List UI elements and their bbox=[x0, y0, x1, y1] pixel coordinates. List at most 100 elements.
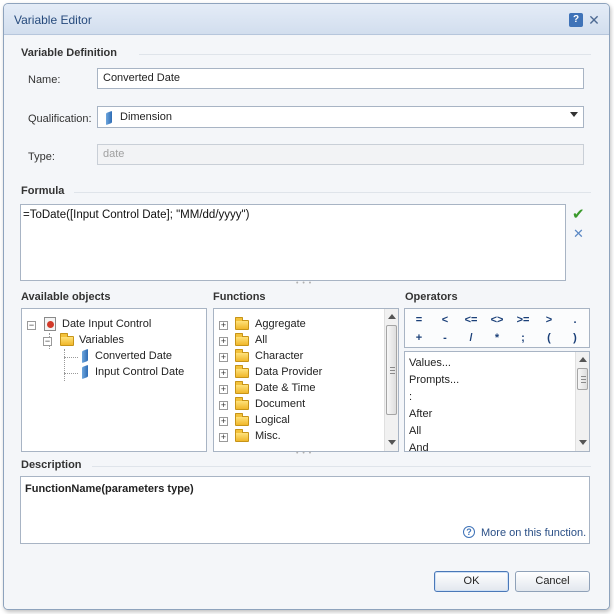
section-divider bbox=[139, 54, 591, 55]
resize-grip[interactable]: • • • bbox=[296, 450, 316, 457]
functions-tree: + Aggregate + All + Character + Data Pro… bbox=[213, 308, 399, 452]
window-title: Variable Editor bbox=[14, 13, 92, 27]
folder-icon bbox=[235, 365, 249, 378]
available-objects-tree: − Date Input Control − Variables Convert… bbox=[21, 308, 207, 452]
functions-scrollbar[interactable] bbox=[384, 309, 398, 451]
name-field[interactable]: Converted Date bbox=[97, 68, 584, 89]
operator-list-item[interactable]: Prompts... bbox=[409, 372, 459, 389]
functions-heading: Functions bbox=[213, 291, 266, 303]
folder-icon bbox=[235, 413, 249, 426]
ok-button[interactable]: OK bbox=[434, 571, 509, 592]
expand-icon[interactable]: + bbox=[219, 321, 228, 330]
tree-item-variables[interactable]: Variables bbox=[79, 332, 124, 348]
qualification-label: Qualification: bbox=[28, 113, 92, 125]
operator-list-item[interactable]: : bbox=[409, 389, 412, 406]
operators-heading: Operators bbox=[405, 291, 458, 303]
expand-icon[interactable]: + bbox=[219, 353, 228, 362]
editor-content: Variable Definition Name: Converted Date… bbox=[4, 36, 609, 609]
help-icon: ? bbox=[463, 526, 475, 538]
operators-scrollbar[interactable] bbox=[575, 352, 589, 451]
function-category[interactable]: Data Provider bbox=[255, 364, 322, 380]
operator-button[interactable]: <= bbox=[458, 312, 484, 328]
folder-icon bbox=[60, 333, 74, 346]
operator-list-item[interactable]: After bbox=[409, 406, 432, 423]
scroll-thumb[interactable] bbox=[577, 368, 588, 390]
operator-button[interactable]: ; bbox=[510, 330, 536, 346]
validate-check-icon[interactable]: ✔ bbox=[572, 205, 585, 223]
scroll-thumb[interactable] bbox=[386, 325, 397, 415]
operator-list-item[interactable]: All bbox=[409, 423, 421, 440]
resize-grip[interactable]: • • • bbox=[296, 280, 316, 287]
variable-editor-window: Variable Editor ? ✕ Variable Definition … bbox=[3, 3, 610, 610]
qualification-value: Dimension bbox=[120, 111, 172, 123]
expand-icon[interactable]: + bbox=[219, 401, 228, 410]
cancel-button[interactable]: Cancel bbox=[515, 571, 590, 592]
scroll-down-arrow-icon[interactable] bbox=[388, 440, 396, 445]
function-category[interactable]: All bbox=[255, 332, 267, 348]
name-label: Name: bbox=[28, 74, 61, 86]
scroll-up-arrow-icon[interactable] bbox=[388, 314, 396, 319]
operator-button[interactable]: + bbox=[406, 330, 432, 346]
tree-item-object[interactable]: Converted Date bbox=[95, 348, 172, 364]
expand-icon[interactable]: + bbox=[219, 369, 228, 378]
qualification-select[interactable]: Dimension bbox=[97, 106, 584, 128]
operators-palette: = < <= <> >= > . + - / * ; ( ) bbox=[404, 308, 590, 348]
expand-icon[interactable]: + bbox=[219, 417, 228, 426]
section-divider bbox=[92, 466, 591, 467]
function-category[interactable]: Document bbox=[255, 396, 305, 412]
collapse-icon[interactable]: − bbox=[27, 321, 36, 330]
scroll-down-arrow-icon[interactable] bbox=[579, 440, 587, 445]
tree-item-root[interactable]: Date Input Control bbox=[62, 316, 151, 332]
folder-icon bbox=[235, 349, 249, 362]
available-objects-heading: Available objects bbox=[21, 291, 111, 303]
operator-button[interactable]: . bbox=[562, 312, 588, 328]
tree-connector bbox=[64, 373, 78, 374]
operator-button[interactable]: - bbox=[432, 330, 458, 346]
operator-button[interactable]: >= bbox=[510, 312, 536, 328]
tree-item-object[interactable]: Input Control Date bbox=[95, 364, 184, 380]
function-category[interactable]: Logical bbox=[255, 412, 290, 428]
description-heading: Description bbox=[21, 459, 82, 471]
folder-icon bbox=[235, 381, 249, 394]
collapse-icon[interactable]: − bbox=[43, 337, 52, 346]
more-on-function-link[interactable]: More on this function. bbox=[481, 527, 586, 539]
formula-editor[interactable]: =ToDate([Input Control Date]; "MM/dd/yyy… bbox=[20, 204, 566, 281]
folder-icon bbox=[235, 397, 249, 410]
chevron-down-icon bbox=[570, 112, 578, 117]
expand-icon[interactable]: + bbox=[219, 337, 228, 346]
type-field: date bbox=[97, 144, 584, 165]
help-icon[interactable]: ? bbox=[569, 13, 583, 27]
dimension-icon bbox=[82, 348, 88, 364]
document-icon bbox=[44, 317, 56, 331]
operator-button[interactable]: * bbox=[484, 330, 510, 346]
folder-icon bbox=[235, 429, 249, 442]
operators-list: Values... Prompts... : After All And bbox=[404, 351, 590, 452]
function-category[interactable]: Aggregate bbox=[255, 316, 306, 332]
function-category[interactable]: Misc. bbox=[255, 428, 281, 444]
variable-definition-heading: Variable Definition bbox=[21, 47, 117, 59]
operator-button[interactable]: < bbox=[432, 312, 458, 328]
operator-list-item[interactable]: Values... bbox=[409, 355, 451, 372]
operator-button[interactable]: = bbox=[406, 312, 432, 328]
function-category[interactable]: Character bbox=[255, 348, 303, 364]
function-category[interactable]: Date & Time bbox=[255, 380, 316, 396]
folder-icon bbox=[235, 317, 249, 330]
expand-icon[interactable]: + bbox=[219, 433, 228, 442]
tree-connector bbox=[64, 349, 65, 381]
expand-icon[interactable]: + bbox=[219, 385, 228, 394]
dimension-icon bbox=[82, 364, 88, 380]
close-icon[interactable]: ✕ bbox=[587, 13, 601, 27]
dimension-icon bbox=[106, 110, 112, 126]
operator-button[interactable]: ) bbox=[562, 330, 588, 346]
description-panel: FunctionName(parameters type) ? More on … bbox=[20, 476, 590, 544]
section-divider bbox=[74, 192, 591, 193]
clear-formula-icon[interactable]: ✕ bbox=[573, 226, 584, 242]
operator-button[interactable]: > bbox=[536, 312, 562, 328]
operator-button[interactable]: / bbox=[458, 330, 484, 346]
scroll-up-arrow-icon[interactable] bbox=[579, 357, 587, 362]
formula-heading: Formula bbox=[21, 185, 65, 197]
operator-button[interactable]: ( bbox=[536, 330, 562, 346]
tree-connector bbox=[64, 357, 78, 358]
operator-list-item[interactable]: And bbox=[409, 440, 429, 451]
operator-button[interactable]: <> bbox=[484, 312, 510, 328]
